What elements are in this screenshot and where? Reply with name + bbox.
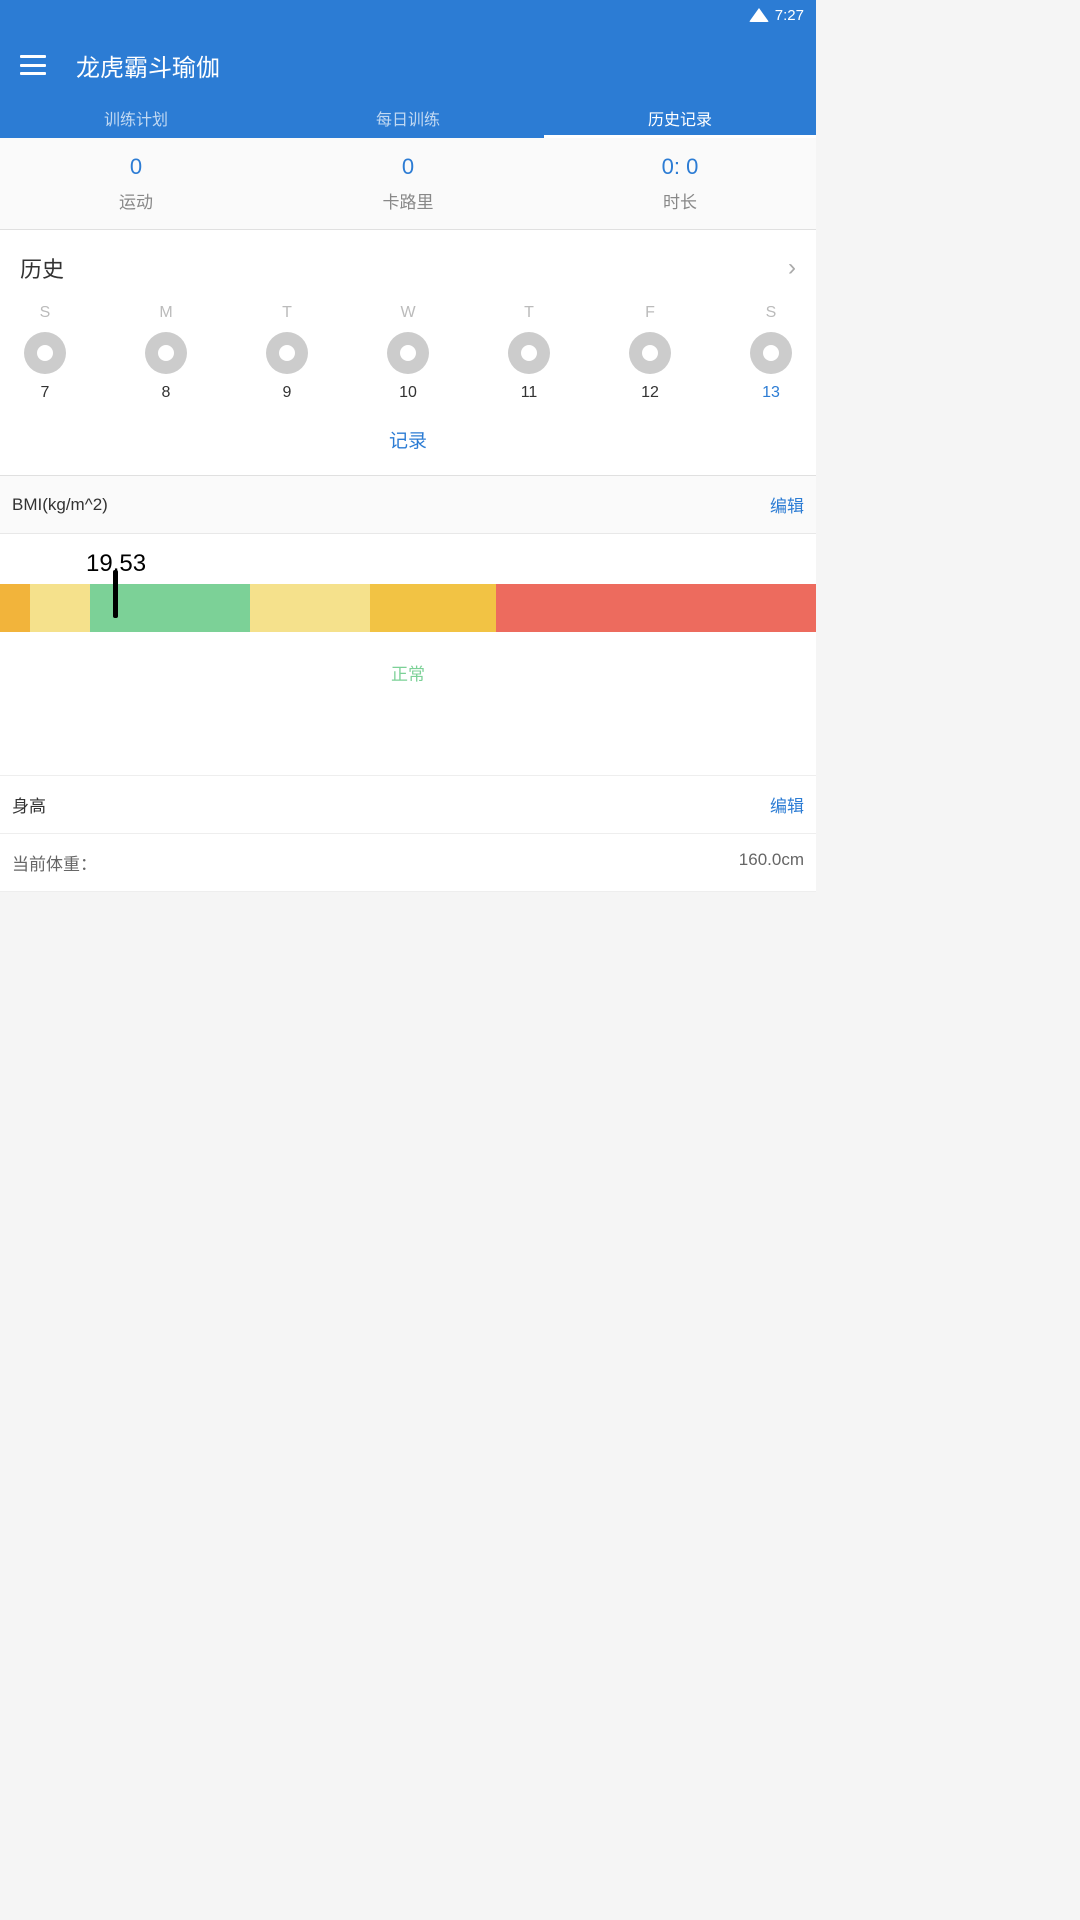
stat-value: 0: [402, 154, 414, 180]
day-item[interactable]: T11: [504, 304, 554, 402]
height-edit-button[interactable]: 编辑: [770, 792, 804, 817]
stat-value: 0: 0: [662, 154, 699, 180]
record-button[interactable]: 记录: [20, 420, 796, 459]
stat-label: 卡路里: [383, 188, 434, 213]
height-value: 160.0cm: [739, 850, 804, 875]
weight-row: 当前体重： 160.0cm: [0, 834, 816, 892]
history-section: 历史 › S7 M8 T9 W10 T11 F12 S13 记录: [0, 230, 816, 476]
day-item[interactable]: T9: [262, 304, 312, 402]
stats-row: 0 运动 0 卡路里 0: 0 时长: [0, 138, 816, 230]
day-circle-icon: [629, 332, 671, 374]
stat-value: 0: [130, 154, 142, 180]
app-bar: 龙虎霸斗瑜伽: [0, 30, 816, 100]
history-header[interactable]: 历史 ›: [20, 252, 796, 284]
day-item[interactable]: S13: [746, 304, 796, 402]
day-circle-icon: [266, 332, 308, 374]
stat-label: 运动: [119, 188, 153, 213]
stat-label: 时长: [663, 188, 697, 213]
bmi-edit-button[interactable]: 编辑: [770, 492, 804, 517]
tab-plan[interactable]: 训练计划: [0, 100, 272, 138]
tab-daily[interactable]: 每日训练: [272, 100, 544, 138]
bmi-bar: [0, 584, 816, 632]
height-label: 身高: [12, 792, 46, 817]
tab-history[interactable]: 历史记录: [544, 100, 816, 138]
week-row: S7 M8 T9 W10 T11 F12 S13: [20, 304, 796, 402]
day-circle-icon: [145, 332, 187, 374]
stat-calories: 0 卡路里: [272, 138, 544, 229]
bmi-label: BMI(kg/m^2): [12, 495, 108, 515]
day-item[interactable]: W10: [383, 304, 433, 402]
day-circle-icon: [508, 332, 550, 374]
height-section: 身高 编辑 当前体重： 160.0cm: [0, 775, 816, 892]
bmi-value: 19.53: [86, 550, 816, 578]
bmi-status: 正常: [0, 660, 816, 685]
chevron-right-icon: ›: [788, 254, 796, 282]
height-header: 身高 编辑: [0, 775, 816, 834]
wifi-icon: [749, 8, 769, 22]
bmi-header: BMI(kg/m^2) 编辑: [0, 476, 816, 534]
day-circle-icon: [750, 332, 792, 374]
stat-exercise: 0 运动: [0, 138, 272, 229]
stat-duration: 0: 0 时长: [544, 138, 816, 229]
day-circle-icon: [387, 332, 429, 374]
history-title: 历史: [20, 252, 64, 284]
status-bar: 7:27: [0, 0, 816, 30]
status-time: 7:27: [775, 7, 804, 24]
tabs: 训练计划 每日训练 历史记录: [0, 100, 816, 138]
app-title: 龙虎霸斗瑜伽: [76, 48, 220, 83]
day-item[interactable]: S7: [20, 304, 70, 402]
weight-label: 当前体重：: [12, 850, 97, 875]
day-circle-icon: [24, 332, 66, 374]
bmi-marker: [113, 570, 118, 618]
bmi-body: 19.53 正常: [0, 534, 816, 775]
menu-icon[interactable]: [20, 55, 46, 75]
day-item[interactable]: F12: [625, 304, 675, 402]
day-item[interactable]: M8: [141, 304, 191, 402]
